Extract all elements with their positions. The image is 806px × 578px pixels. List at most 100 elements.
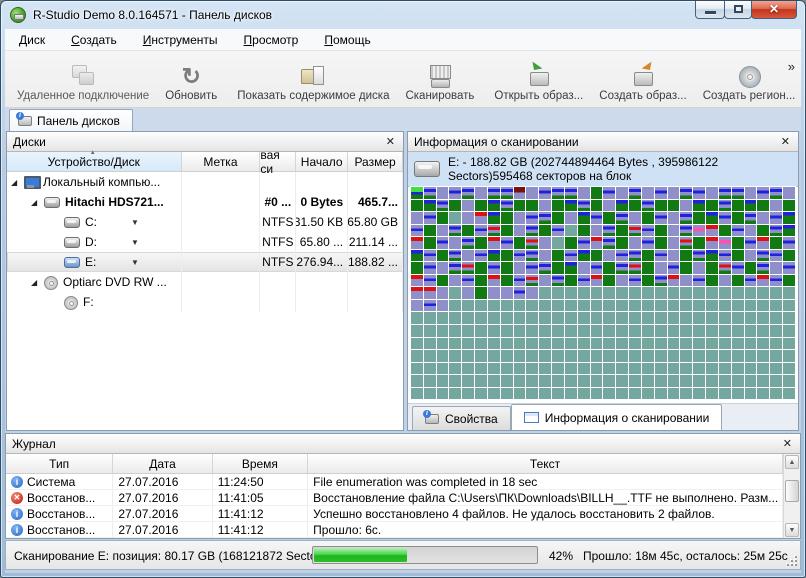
disks-column-header-1[interactable]: Метка xyxy=(182,152,261,171)
disk-row-e[interactable]: E: ▼ NTFS 276.94... 188.82 ... xyxy=(7,252,403,272)
close-button[interactable]: ✕ xyxy=(751,1,797,19)
expand-arrow-icon[interactable]: ◢ xyxy=(11,178,21,187)
scan-block xyxy=(783,312,795,325)
scan-block xyxy=(577,362,590,375)
menu-item-1[interactable]: Создать xyxy=(71,33,117,47)
scan-block xyxy=(629,325,641,337)
log-row-0[interactable]: i Система 27.07.2016 11:24:50 File enumerati… xyxy=(6,474,783,490)
scroll-down-icon[interactable]: ▼ xyxy=(785,523,799,537)
menu-item-4[interactable]: Помощь xyxy=(324,33,370,47)
scan-block xyxy=(629,199,641,212)
log-row-1[interactable]: ✕ Восстанов... 27.07.2016 11:41:05 Восстанов… xyxy=(6,490,783,506)
scan-block xyxy=(654,237,667,249)
scan-block xyxy=(500,299,513,312)
scan-block xyxy=(603,224,616,237)
scan-block xyxy=(757,387,770,400)
scan-block xyxy=(654,287,667,299)
log-panel-close-icon[interactable]: ✕ xyxy=(781,437,794,450)
scan-block xyxy=(552,199,564,212)
toolbar-button-2[interactable]: Показать содержимое диска xyxy=(229,53,397,107)
restore-button[interactable] xyxy=(724,1,752,19)
computer-icon xyxy=(24,176,41,189)
scan-block xyxy=(436,325,449,337)
scan-block xyxy=(449,199,462,212)
scan-block xyxy=(436,299,449,312)
scan-block xyxy=(693,287,706,299)
scan-block xyxy=(706,350,718,362)
toolbar-overflow-chevron-icon[interactable]: » xyxy=(788,59,795,74)
log-date: 27.07.2016 xyxy=(113,490,213,505)
menu-item-2[interactable]: Инструменты xyxy=(143,33,218,47)
log-column-header-0[interactable]: Тип xyxy=(6,454,114,473)
disk-row-f[interactable]: F: xyxy=(7,292,403,312)
disks-column-header-2[interactable]: вая си xyxy=(260,148,297,176)
scan-block xyxy=(603,199,616,212)
app-window: R-Studio Demo 8.0.164571 - Панель дисков… xyxy=(0,0,806,578)
scan-block xyxy=(552,325,564,337)
scan-block xyxy=(757,287,770,299)
scan-block xyxy=(526,312,539,325)
scan-block xyxy=(680,274,693,287)
scan-block xyxy=(718,299,731,312)
dropdown-arrow-icon[interactable]: ▼ xyxy=(131,258,139,267)
disks-panel-close-icon[interactable]: ✕ xyxy=(384,135,397,148)
log-column-header-2[interactable]: Время xyxy=(213,454,309,473)
log-row-3[interactable]: i Восстанов... 27.07.2016 11:41:12 Прошло: 6… xyxy=(6,522,783,538)
toolbar-button-0[interactable]: Удаленное подключение xyxy=(9,53,157,107)
scan-block xyxy=(449,212,462,224)
bottom-tab-1[interactable]: Информация о сканировании xyxy=(510,404,723,430)
dropdown-arrow-icon[interactable]: ▼ xyxy=(131,238,139,247)
expand-arrow-icon[interactable]: ◢ xyxy=(31,198,41,207)
app-logo-icon xyxy=(10,7,26,23)
scan-info-panel-close-icon[interactable]: ✕ xyxy=(779,135,792,148)
dropdown-arrow-icon[interactable]: ▼ xyxy=(131,218,139,227)
scan-block xyxy=(552,312,564,325)
disk-row-[interactable]: ◢ Локальный компью... xyxy=(7,172,403,192)
bottom-tab-0[interactable]: Свойства xyxy=(412,406,511,430)
scan-block xyxy=(500,187,513,199)
log-text: File enumeration was completed in 18 sec xyxy=(308,474,783,489)
menu-item-3[interactable]: Просмотр xyxy=(244,33,299,47)
disk-row-optiarcdvdrw[interactable]: ◢ Optiarc DVD RW ... xyxy=(7,272,404,292)
scan-block xyxy=(641,325,654,337)
scan-block xyxy=(411,287,423,299)
scan-block xyxy=(423,249,436,262)
hdd-icon xyxy=(64,216,80,228)
scan-block xyxy=(423,350,436,362)
title-bar[interactable]: R-Studio Demo 8.0.164571 - Панель дисков… xyxy=(1,1,805,29)
log-date: 27.07.2016 xyxy=(113,506,213,521)
toolbar-button-3[interactable]: Сканировать xyxy=(397,53,482,107)
disks-column-header-3[interactable]: Начало xyxy=(296,152,349,171)
scan-block xyxy=(616,287,629,299)
scan-block xyxy=(757,199,770,212)
scan-block xyxy=(629,262,641,274)
disk-row-hitachihds721[interactable]: ◢ Hitachi HDS721... #0 ... 0 Bytes 465.7... xyxy=(7,192,404,212)
scan-block xyxy=(783,249,795,262)
toolbar-button-5[interactable]: Создать образ... xyxy=(591,53,694,107)
disks-column-header-4[interactable]: Размер xyxy=(348,152,403,171)
menu-item-0[interactable]: Диск xyxy=(19,33,45,47)
scan-block xyxy=(693,237,706,249)
log-row-2[interactable]: i Восстанов... 27.07.2016 11:41:12 Успешно в… xyxy=(6,506,783,522)
disk-row-d[interactable]: D: ▼ NTFS 65.80 ... 211.14 ... xyxy=(7,232,403,252)
disks-column-header-0[interactable]: ▲ Устройство/Диск xyxy=(7,150,182,171)
scan-block xyxy=(577,187,590,199)
scan-block xyxy=(731,375,744,387)
minimize-icon xyxy=(705,11,716,14)
scan-block xyxy=(462,274,475,287)
toolbar-button-1[interactable]: ↻ Обновить xyxy=(157,53,225,107)
disk-row-c[interactable]: C: ▼ NTFS 31.50 KB 65.80 GB xyxy=(7,212,403,232)
expand-arrow-icon[interactable]: ◢ xyxy=(31,278,41,287)
resize-grip[interactable] xyxy=(786,555,798,567)
log-scrollbar[interactable]: ▲ ▼ xyxy=(783,454,800,538)
scrollbar-thumb[interactable] xyxy=(785,480,799,502)
log-panel: Журнал ✕ Тип Дата Время Текст i Система 27.07… xyxy=(5,433,801,539)
tab-disk-panel[interactable]: Панель дисков xyxy=(9,109,133,131)
scan-block xyxy=(539,199,552,212)
scroll-up-icon[interactable]: ▲ xyxy=(785,455,799,469)
log-column-header-3[interactable]: Текст xyxy=(308,454,783,473)
scan-block xyxy=(718,387,731,400)
minimize-button[interactable] xyxy=(695,1,725,19)
toolbar-button-4[interactable]: Открыть образ... xyxy=(486,53,591,107)
log-column-header-1[interactable]: Дата xyxy=(113,454,213,473)
